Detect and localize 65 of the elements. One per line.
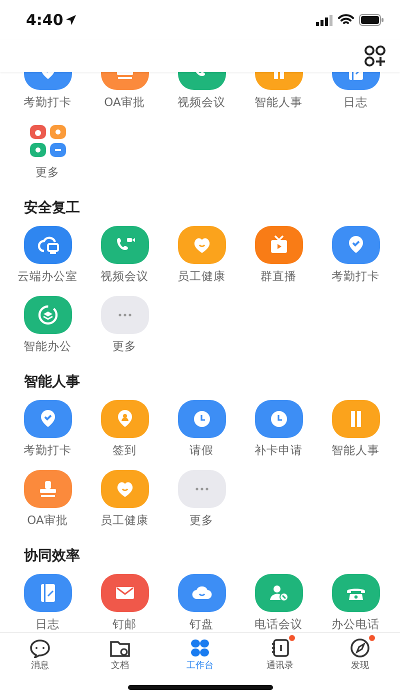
more-dots-app-icon[interactable] — [178, 470, 226, 508]
tab[interactable]: 通讯录 — [250, 638, 310, 672]
location-arrow-icon — [66, 15, 76, 25]
grid-icon — [189, 638, 211, 658]
app-label[interactable]: 更多 — [190, 512, 214, 528]
clock-app-icon[interactable] — [254, 400, 302, 438]
location-check-app-icon[interactable] — [24, 400, 72, 438]
cloud-monitor-app-icon[interactable] — [24, 226, 72, 264]
cloud-smile-app-icon[interactable] — [178, 574, 226, 612]
app-label[interactable]: 日志 — [36, 616, 60, 632]
app-label[interactable]: 钉邮 — [112, 616, 136, 632]
app-label[interactable]: 智能人事 — [332, 442, 380, 458]
app-label[interactable]: 更多 — [112, 338, 136, 354]
tab[interactable]: 工作台 — [170, 638, 230, 672]
app-label[interactable]: OA审批 — [104, 94, 145, 110]
video-call-app-icon[interactable] — [100, 226, 148, 264]
app-label[interactable]: 视频会议 — [178, 94, 226, 110]
compass-icon — [349, 638, 371, 658]
wifi-icon — [338, 14, 354, 26]
app-label[interactable]: 考勤打卡 — [24, 94, 72, 110]
signal-icon — [316, 14, 333, 26]
app-label[interactable]: 更多 — [36, 164, 60, 180]
app-label[interactable]: 群直播 — [260, 268, 296, 284]
battery-icon — [359, 14, 384, 26]
envelope-app-icon[interactable] — [100, 574, 148, 612]
heart-app-icon[interactable] — [178, 226, 226, 264]
tab[interactable]: 消息 — [10, 638, 70, 672]
telephone-app-icon[interactable] — [332, 574, 380, 612]
app-label[interactable]: 签到 — [112, 442, 136, 458]
notebook-app-icon[interactable] — [24, 574, 72, 612]
app-label[interactable]: 电话会议 — [254, 616, 302, 632]
app-label[interactable]: 视频会议 — [100, 268, 148, 284]
app-label[interactable]: 云端办公室 — [18, 268, 78, 284]
tv-app-icon[interactable] — [254, 226, 302, 264]
location-person-app-icon[interactable] — [100, 400, 148, 438]
app-label[interactable]: 考勤打卡 — [24, 442, 72, 458]
app-label[interactable]: 请假 — [190, 442, 214, 458]
app-label[interactable]: 智能办公 — [24, 338, 72, 354]
app-label[interactable]: OA审批 — [27, 512, 68, 528]
app-label[interactable]: 钉盘 — [190, 616, 214, 632]
tab[interactable]: 文档 — [90, 638, 150, 672]
stamp-app-icon[interactable] — [24, 470, 72, 508]
heart-app-icon[interactable] — [100, 470, 148, 508]
location-check-app-icon[interactable] — [332, 226, 380, 264]
app-label[interactable]: 员工健康 — [100, 512, 148, 528]
clock-app-icon[interactable] — [178, 400, 226, 438]
app-label[interactable]: 考勤打卡 — [332, 268, 380, 284]
person-phone-app-icon[interactable] — [254, 574, 302, 612]
app-label[interactable]: 补卡申请 — [254, 442, 302, 458]
folder-icon — [109, 638, 131, 658]
app-label[interactable]: 办公电话 — [332, 616, 380, 632]
section-title: 智能人事 — [23, 373, 81, 392]
add-app-icon[interactable] — [364, 45, 386, 67]
status-time: 4:40 — [26, 11, 64, 29]
app-label[interactable]: 日志 — [344, 94, 368, 110]
chat-bubble-icon — [29, 638, 51, 658]
app-grid-icon[interactable] — [28, 124, 68, 158]
tab[interactable]: 发现 — [330, 638, 390, 672]
section-title: 安全复工 — [23, 198, 81, 218]
more-dots-app-icon[interactable] — [100, 296, 148, 334]
layered-circle-app-icon[interactable] — [24, 296, 72, 334]
app-label[interactable]: 智能人事 — [254, 94, 302, 110]
contact-book-icon — [269, 638, 291, 658]
app-label[interactable]: 员工健康 — [178, 268, 226, 284]
section-title: 协同效率 — [23, 546, 81, 566]
